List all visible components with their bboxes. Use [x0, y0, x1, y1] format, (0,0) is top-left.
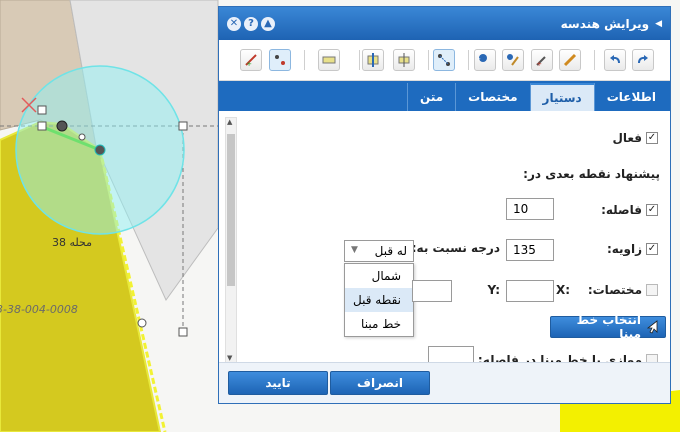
vertex-add-icon[interactable]: +: [474, 49, 496, 71]
option-north[interactable]: شمال: [345, 264, 413, 288]
dialog-footer: انصراف تایید: [219, 362, 670, 403]
edit-vertex-icon[interactable]: +: [240, 49, 262, 71]
edit-geometry-dialog: ◀ ویرایش هندسه ✕ ? ▲ + + + اطلاعات دستیا…: [218, 6, 671, 404]
dialog-title: ویرایش هندسه: [560, 16, 650, 31]
tab-text[interactable]: متن: [407, 83, 455, 111]
ok-button[interactable]: تایید: [228, 371, 328, 395]
pick-baseline-button[interactable]: انتخاب خط مبنا: [550, 313, 666, 341]
svg-text:+: +: [246, 60, 252, 67]
angle-label: زاویه:: [606, 242, 642, 256]
close-icon[interactable]: ✕: [227, 16, 241, 31]
parcel-code: 3-38-004-0008: [0, 303, 78, 316]
undo-icon[interactable]: [604, 49, 626, 71]
angle-input[interactable]: 135: [506, 239, 554, 261]
pencil-icon[interactable]: [559, 49, 581, 71]
relative-label: درجه نسبت به:: [411, 241, 500, 255]
help-icon[interactable]: ?: [244, 16, 258, 31]
node-snap-icon[interactable]: [433, 49, 455, 71]
active-label: فعال: [612, 131, 642, 145]
coords-checkbox[interactable]: [646, 284, 658, 296]
tab-coordinates[interactable]: مختصات: [455, 83, 529, 111]
active-checkbox[interactable]: ✓: [646, 132, 658, 144]
vertex-delete-icon[interactable]: +: [531, 49, 553, 71]
suggest-label: پیشنهاد نقطه بعدی در:: [523, 167, 660, 181]
align-icon[interactable]: [393, 49, 415, 71]
coords-label: مختصات:: [587, 283, 642, 297]
tab-info[interactable]: اطلاعات: [593, 83, 668, 111]
svg-text:+: +: [478, 55, 481, 63]
distance-input[interactable]: 10: [506, 198, 554, 220]
scroll-down-icon[interactable]: ▼: [227, 354, 232, 362]
x-label: X:: [555, 283, 570, 297]
distance-checkbox[interactable]: ✓: [646, 204, 658, 216]
dialog-titlebar[interactable]: ◀ ویرایش هندسه ✕ ? ▲: [219, 7, 670, 40]
edit-toolbar: + + +: [219, 40, 670, 81]
chevron-down-icon[interactable]: ▼: [351, 245, 358, 255]
snap-vertex-icon[interactable]: [269, 49, 291, 71]
angle-checkbox[interactable]: ✓: [646, 243, 658, 255]
cursor-icon: [647, 320, 658, 334]
option-baseline[interactable]: خط مبنا: [345, 312, 413, 336]
split-icon[interactable]: [362, 49, 384, 71]
option-previous-point[interactable]: نقطه قبل: [345, 288, 413, 312]
y-input[interactable]: [412, 280, 452, 302]
body-scrollbar[interactable]: ▲ ▼: [225, 117, 237, 363]
collapse-icon[interactable]: ▲: [261, 16, 275, 31]
tab-assistant[interactable]: دستیار: [529, 83, 594, 111]
svg-text:+: +: [536, 60, 542, 67]
relative-select[interactable]: له قبل ▼: [344, 240, 414, 262]
dialog-tabs: اطلاعات دستیار مختصات متن: [219, 81, 670, 111]
vertex-edit-icon[interactable]: [502, 49, 524, 71]
relative-dropdown: شمال نقطه قبل خط مبنا: [344, 263, 414, 337]
x-input[interactable]: [506, 280, 554, 302]
scroll-thumb[interactable]: [227, 134, 235, 286]
cancel-button[interactable]: انصراف: [330, 371, 430, 395]
segment-icon[interactable]: [318, 49, 340, 71]
redo-icon[interactable]: [632, 49, 654, 71]
pick-baseline-label: انتخاب خط مبنا: [576, 313, 641, 341]
relative-select-value: له قبل: [374, 244, 407, 258]
y-label: Y:: [487, 283, 500, 297]
scroll-up-icon[interactable]: ▲: [227, 118, 232, 126]
parcel-label: محله 38: [52, 236, 92, 249]
distance-label: فاصله:: [601, 203, 642, 217]
caret-icon: ◀: [655, 18, 662, 29]
